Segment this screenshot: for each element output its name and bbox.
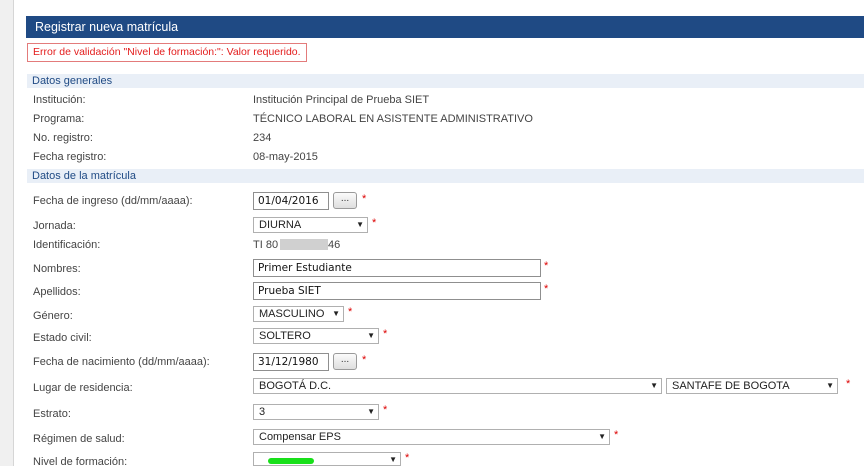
id-value-suffix: 46 xyxy=(328,239,341,251)
residence-department-select[interactable]: BOGOTÁ D.C. ▼ xyxy=(253,378,662,394)
page-title: Registrar nueva matrícula xyxy=(26,16,864,38)
residence-city-value: SANTAFE DE BOGOTA xyxy=(672,380,790,392)
chevron-down-icon: ▼ xyxy=(389,455,397,464)
required-mark: * xyxy=(348,306,353,318)
required-mark: * xyxy=(383,404,388,416)
institution-value: Institución Principal de Prueba SIET xyxy=(253,94,430,106)
form-panel: Registrar nueva matrícula Error de valid… xyxy=(14,0,864,468)
required-mark: * xyxy=(362,354,367,366)
civil-status-select[interactable]: SOLTERO ▼ xyxy=(253,328,379,344)
program-label: Programa: xyxy=(33,113,85,125)
required-mark: * xyxy=(614,429,619,441)
names-label: Nombres: xyxy=(33,263,81,275)
highlight-mark xyxy=(268,458,314,464)
registry-label: No. registro: xyxy=(33,132,93,144)
health-regime-select[interactable]: Compensar EPS ▼ xyxy=(253,429,610,445)
gender-select-value: MASCULINO xyxy=(259,308,325,320)
chevron-down-icon: ▼ xyxy=(598,432,606,441)
required-mark: * xyxy=(544,260,549,272)
stratum-label: Estrato: xyxy=(33,408,71,420)
surnames-label: Apellidos: xyxy=(33,286,81,298)
civil-status-label: Estado civil: xyxy=(33,332,92,344)
chevron-down-icon: ▼ xyxy=(650,381,658,390)
section-general: Datos generales xyxy=(27,74,864,88)
shift-label: Jornada: xyxy=(33,220,76,232)
entry-date-picker-button[interactable]: ... xyxy=(333,192,357,209)
chevron-down-icon: ▼ xyxy=(826,381,834,390)
birth-date-picker-button[interactable]: ... xyxy=(333,353,357,370)
health-regime-select-value: Compensar EPS xyxy=(259,431,341,443)
validation-error: Error de validación "Nivel de formación:… xyxy=(27,43,307,62)
shift-select-value: DIURNA xyxy=(259,219,302,231)
gender-label: Género: xyxy=(33,310,73,322)
institution-label: Institución: xyxy=(33,94,86,106)
required-mark: * xyxy=(372,217,377,229)
residence-city-select[interactable]: SANTAFE DE BOGOTA ▼ xyxy=(666,378,838,394)
chevron-down-icon: ▼ xyxy=(367,407,375,416)
health-regime-label: Régimen de salud: xyxy=(33,433,125,445)
civil-status-select-value: SOLTERO xyxy=(259,330,311,342)
program-value: TÉCNICO LABORAL EN ASISTENTE ADMINISTRAT… xyxy=(253,113,533,125)
id-value-prefix: TI 80 xyxy=(253,239,279,251)
entry-date-label: Fecha de ingreso (dd/mm/aaaa): xyxy=(33,195,193,207)
shift-select[interactable]: DIURNA ▼ xyxy=(253,217,368,233)
required-mark: * xyxy=(383,328,388,340)
redacted-id xyxy=(280,239,328,250)
residence-department-value: BOGOTÁ D.C. xyxy=(259,380,332,392)
chevron-down-icon: ▼ xyxy=(367,331,375,340)
registry-date-value: 08-may-2015 xyxy=(253,151,318,163)
chevron-down-icon: ▼ xyxy=(332,309,340,318)
stratum-select-value: 3 xyxy=(259,406,266,418)
names-input[interactable]: Primer Estudiante xyxy=(253,259,541,277)
registry-date-label: Fecha registro: xyxy=(33,151,107,163)
chevron-down-icon: ▼ xyxy=(356,220,364,229)
required-mark: * xyxy=(846,378,851,390)
birth-date-label: Fecha de nacimiento (dd/mm/aaaa): xyxy=(33,356,210,368)
birth-date-input[interactable]: 31/12/1980 xyxy=(253,353,329,371)
required-mark: * xyxy=(362,193,367,205)
section-enrollment: Datos de la matrícula xyxy=(27,169,864,183)
required-mark: * xyxy=(405,452,410,464)
registry-value: 234 xyxy=(253,132,272,144)
entry-date-input[interactable]: 01/04/2016 xyxy=(253,192,329,210)
id-label: Identificación: xyxy=(33,239,101,251)
gender-select[interactable]: MASCULINO ▼ xyxy=(253,306,344,322)
surnames-input[interactable]: Prueba SIET xyxy=(253,282,541,300)
required-mark: * xyxy=(544,283,549,295)
training-level-label: Nivel de formación: xyxy=(33,456,128,468)
left-gutter xyxy=(0,0,13,466)
training-level-select[interactable]: ▼ xyxy=(253,452,401,466)
stratum-select[interactable]: 3 ▼ xyxy=(253,404,379,420)
residence-label: Lugar de residencia: xyxy=(33,382,133,394)
